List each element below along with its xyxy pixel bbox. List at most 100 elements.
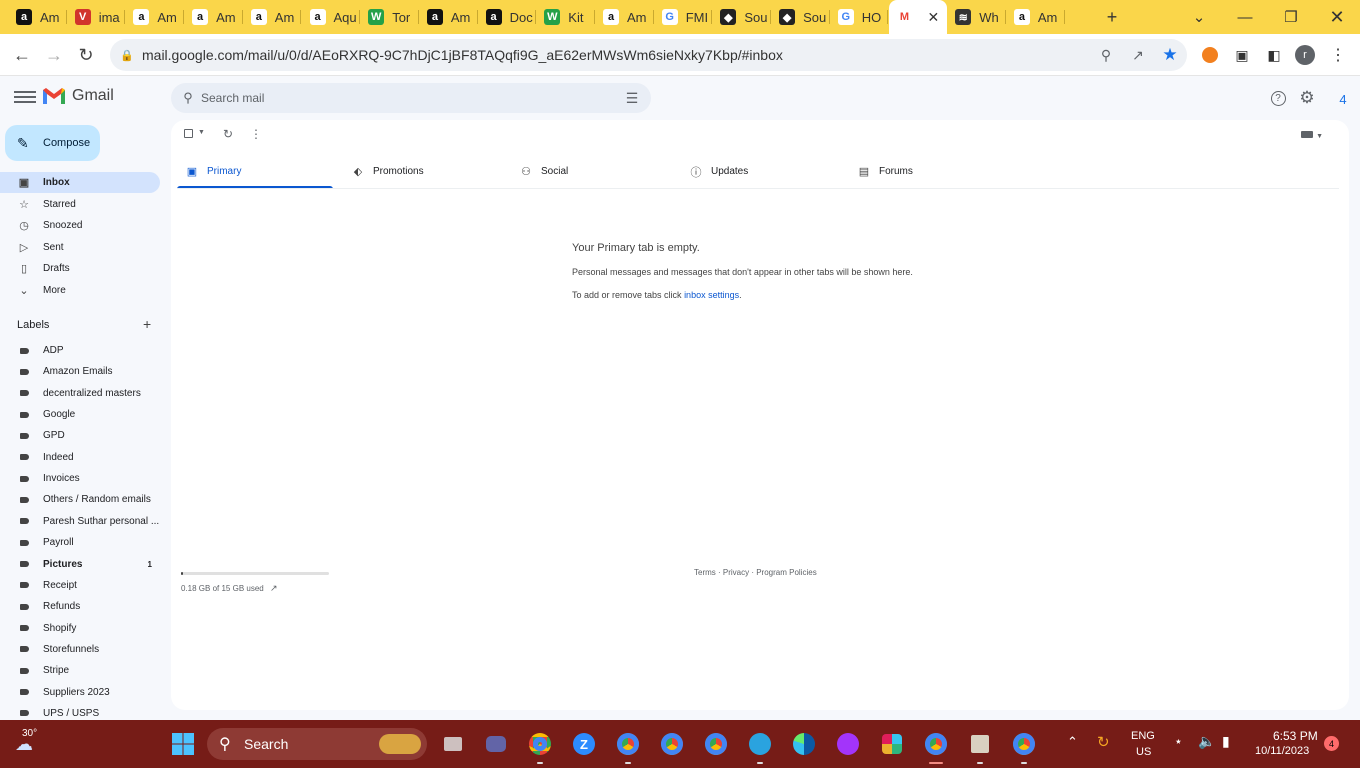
browser-tab[interactable]: a Am bbox=[243, 4, 302, 30]
telegram-icon[interactable] bbox=[746, 730, 774, 764]
minimize-button[interactable]: — bbox=[1222, 0, 1268, 34]
gmail-logo[interactable]: Gmail bbox=[42, 87, 114, 105]
tab-primary[interactable]: ▣ Primary bbox=[177, 154, 333, 189]
label-item[interactable]: Amazon Emails bbox=[0, 361, 160, 382]
chrome-icon[interactable] bbox=[658, 730, 686, 758]
battery-icon[interactable]: ▮ bbox=[1222, 733, 1230, 750]
close-window-button[interactable]: ✕ bbox=[1314, 0, 1360, 34]
profile-avatar[interactable]: r bbox=[1295, 45, 1315, 65]
footer-links[interactable]: Terms · Privacy · Program Policies bbox=[694, 568, 817, 577]
label-item[interactable]: Pictures 1 bbox=[0, 554, 160, 575]
label-item[interactable]: decentralized masters bbox=[0, 383, 160, 404]
notification-badge[interactable]: 4 bbox=[1324, 736, 1339, 751]
search-options-icon[interactable]: ☰ bbox=[623, 89, 641, 107]
browser-tab[interactable]: a Am bbox=[595, 4, 654, 30]
bookmark-star-icon[interactable]: ★ bbox=[1161, 45, 1179, 64]
label-item[interactable]: ADP bbox=[0, 340, 160, 361]
language-bottom[interactable]: US bbox=[1136, 746, 1151, 758]
chrome-active-icon[interactable] bbox=[922, 730, 950, 764]
label-item[interactable]: Suppliers 2023 bbox=[0, 682, 160, 703]
tab-updates[interactable]: ⓘ Updates bbox=[689, 154, 849, 189]
sidebar-item-drafts[interactable]: ▯ Drafts bbox=[0, 258, 160, 279]
clock-time[interactable]: 6:53 PM bbox=[1273, 729, 1318, 743]
browser-tab[interactable]: ◆ Sou bbox=[712, 4, 772, 30]
slack-icon[interactable] bbox=[878, 730, 906, 758]
meet-icon[interactable] bbox=[482, 730, 510, 758]
label-item[interactable]: Shopify bbox=[0, 618, 160, 639]
maximize-button[interactable]: ❐ bbox=[1268, 0, 1314, 34]
start-button[interactable] bbox=[169, 730, 197, 758]
sidebar-item-snoozed[interactable]: ◷ Snoozed bbox=[0, 215, 160, 236]
label-item[interactable]: Paresh Suthar personal ... bbox=[0, 511, 160, 532]
search-icon[interactable]: ⚲ bbox=[179, 89, 197, 107]
browser-tab[interactable]: ≋ Wh bbox=[947, 4, 1006, 30]
edge-icon[interactable] bbox=[790, 730, 818, 758]
browser-tab[interactable]: M ✕ bbox=[888, 0, 948, 34]
task-view-icon[interactable] bbox=[439, 730, 467, 758]
browser-tab[interactable]: a Am bbox=[125, 4, 185, 30]
browser-tab[interactable]: a Am bbox=[1006, 4, 1065, 30]
reload-button[interactable]: ↻ bbox=[71, 40, 101, 70]
browser-tab[interactable]: a Am bbox=[419, 4, 478, 30]
zoom-icon[interactable]: Z bbox=[570, 730, 598, 758]
browser-tab[interactable]: a Aqu bbox=[302, 4, 361, 30]
label-item[interactable]: Receipt bbox=[0, 575, 160, 596]
tab-search-chevron-icon[interactable]: ⌄ bbox=[1176, 0, 1222, 34]
volume-icon[interactable]: 🔈 bbox=[1198, 733, 1215, 750]
lock-icon[interactable]: 🔒 bbox=[118, 46, 136, 64]
label-item[interactable]: Google bbox=[0, 404, 160, 425]
forward-button[interactable]: → bbox=[39, 40, 69, 70]
label-item[interactable]: GPD bbox=[0, 425, 160, 446]
compose-button[interactable]: ✎ Compose bbox=[5, 125, 100, 161]
zoom-icon[interactable]: ⚲ bbox=[1097, 46, 1115, 64]
account-badge[interactable]: 4 bbox=[1332, 88, 1354, 110]
more-actions-icon[interactable]: ⋮ bbox=[250, 127, 262, 141]
main-menu-icon[interactable] bbox=[14, 88, 36, 108]
tab-forums[interactable]: ▤ Forums bbox=[857, 154, 1017, 189]
label-item[interactable]: Stripe bbox=[0, 660, 160, 681]
browser-tab[interactable]: Vima bbox=[67, 4, 126, 30]
side-panel-icon[interactable]: ◧ bbox=[1264, 45, 1284, 65]
add-label-icon[interactable]: + bbox=[143, 316, 151, 332]
select-all-checkbox[interactable] bbox=[184, 129, 193, 141]
browser-tab[interactable]: G FMI bbox=[654, 4, 713, 30]
label-item[interactable]: Refunds bbox=[0, 596, 160, 617]
browser-tab[interactable]: a Doc bbox=[478, 4, 537, 30]
clock-date[interactable]: 10/11/2023 bbox=[1255, 745, 1309, 757]
open-in-new-icon[interactable]: ↗ bbox=[270, 583, 278, 593]
browser-tab[interactable]: W Tor bbox=[360, 4, 419, 30]
screenshot-tool-icon[interactable] bbox=[966, 730, 994, 764]
taskbar-search[interactable]: ⚲ Search bbox=[207, 728, 427, 760]
sidebar-item-starred[interactable]: ☆ Starred bbox=[0, 194, 160, 215]
close-tab-icon[interactable]: ✕ bbox=[927, 9, 939, 26]
new-tab-button[interactable]: + bbox=[1090, 0, 1134, 34]
sidebar-item-sent[interactable]: ▷ Sent bbox=[0, 237, 160, 258]
label-item[interactable]: Invoices bbox=[0, 468, 160, 489]
address-bar[interactable]: 🔒 mail.google.com/mail/u/0/d/AEoRXRQ-9C7… bbox=[110, 39, 1187, 71]
tab-promotions[interactable]: ⬖ Promotions bbox=[351, 154, 511, 189]
browser-tab[interactable]: a Am bbox=[8, 4, 67, 30]
chrome-icon[interactable] bbox=[526, 730, 554, 764]
label-item[interactable]: Storefunnels bbox=[0, 639, 160, 660]
browser-tab[interactable]: a Am bbox=[184, 4, 243, 30]
chrome-icon[interactable] bbox=[614, 730, 642, 764]
chrome-icon[interactable] bbox=[1010, 730, 1038, 764]
select-dropdown-icon[interactable]: ▼ bbox=[198, 129, 205, 136]
back-button[interactable]: ← bbox=[7, 40, 37, 70]
wifi-icon[interactable]: ⋆ bbox=[1174, 733, 1183, 750]
extension-orange-icon[interactable] bbox=[1200, 45, 1220, 65]
browser-menu-icon[interactable]: ⋮ bbox=[1328, 45, 1348, 65]
sidebar-item-inbox[interactable]: ▣ Inbox bbox=[0, 172, 160, 193]
inbox-settings-link[interactable]: inbox settings bbox=[684, 290, 739, 300]
settings-gear-icon[interactable]: ⚙ bbox=[1298, 88, 1316, 107]
tab-social[interactable]: ⚇ Social bbox=[519, 154, 679, 189]
sidebar-item-more[interactable]: ⌄ More bbox=[0, 280, 160, 301]
help-icon[interactable]: ? bbox=[1269, 89, 1287, 107]
input-tools-icon[interactable]: ▼ bbox=[1301, 129, 1323, 141]
tray-overflow-chevron-icon[interactable]: ⌃ bbox=[1067, 734, 1078, 750]
browser-tab[interactable]: ◆ Sou bbox=[771, 4, 830, 30]
label-item[interactable]: Others / Random emails bbox=[0, 489, 160, 510]
share-icon[interactable]: ↗ bbox=[1129, 46, 1147, 64]
sync-icon[interactable]: ↻ bbox=[1097, 733, 1110, 751]
language-top[interactable]: ENG bbox=[1131, 730, 1155, 742]
